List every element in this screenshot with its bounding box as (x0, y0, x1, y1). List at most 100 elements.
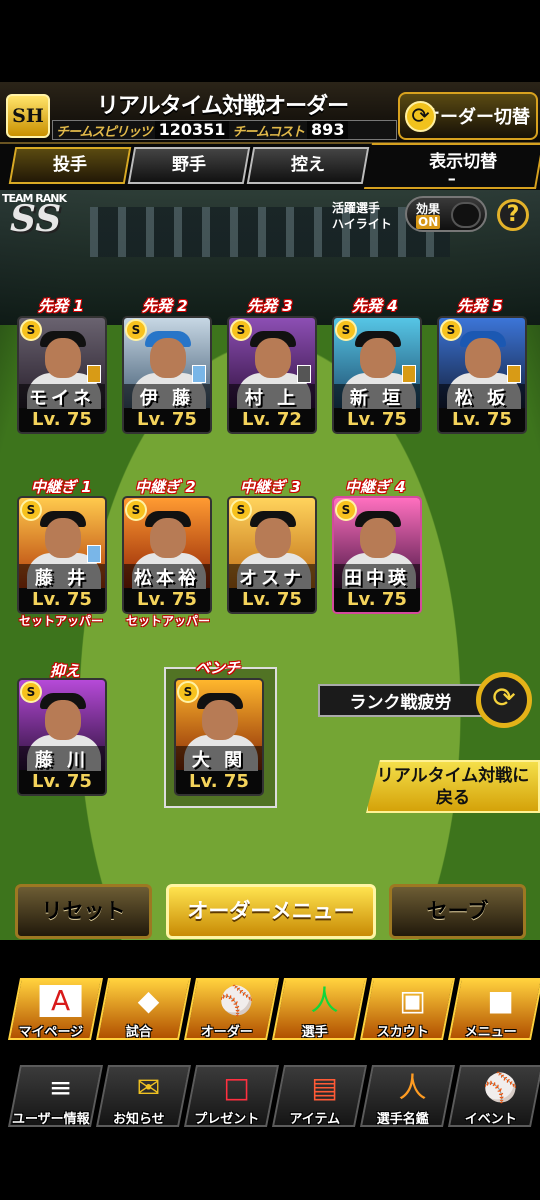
player-card-fujii[interactable]: S 藤 井 Lv. 75 (17, 496, 107, 614)
nav-label: 選手名鑑 (376, 1112, 429, 1127)
stadium-lights (90, 207, 450, 257)
tab-label: 野手 (172, 155, 206, 175)
player-level: Lv. 75 (229, 589, 315, 612)
player-level: Lv. 75 (124, 409, 210, 432)
tab-reserves[interactable]: 控え (246, 147, 370, 184)
s-rank-badge: S (20, 499, 42, 521)
nav-item[interactable]: ▤ アイテム (271, 1065, 368, 1127)
return-line-1: リアルタイム対戦に (376, 766, 530, 786)
s-rank-badge: S (230, 319, 252, 341)
player-level: Lv. 75 (334, 409, 420, 432)
tab-fielders[interactable]: 野手 (127, 147, 251, 184)
player-face (45, 518, 81, 558)
help-icon[interactable]: ? (497, 199, 529, 231)
tab-label: 控え (291, 155, 325, 175)
tab-pitchers[interactable]: 投手 (8, 147, 132, 184)
s-rank-badge: S (20, 319, 42, 341)
player-name: 村 上 (229, 384, 315, 409)
condition-mark (87, 545, 101, 563)
player-name: モイネロ (19, 384, 105, 432)
nav-label: 選手 (301, 1025, 328, 1040)
s-rank-badge: S (335, 499, 357, 521)
player-card-matsuzaka[interactable]: S 松 坂 Lv. 75 (437, 316, 527, 434)
player-level: Lv. 75 (19, 409, 105, 432)
reset-button[interactable]: リセット (15, 884, 152, 939)
a-icon: A (39, 984, 82, 1017)
save-button[interactable]: セーブ (389, 884, 526, 939)
player-card-fujikawa[interactable]: S 藤 川 Lv. 75 (17, 678, 107, 796)
nav-present[interactable]: □ プレゼント (183, 1065, 280, 1127)
nav-mypage[interactable]: A マイページ (7, 978, 104, 1040)
player-card-osuna[interactable]: S オスナ Lv. 75 (227, 496, 317, 614)
return-to-realtime-button[interactable]: リアルタイム対戦に 戻る (366, 760, 540, 813)
effect-state: ON (416, 215, 441, 229)
nav-label: ユーザー情報 (11, 1112, 90, 1127)
display-toggle-value: – (447, 169, 456, 188)
player-card-ozeki[interactable]: S 大 関 Lv. 75 (174, 678, 264, 796)
highlight-label: 活躍選手 ハイライト (332, 200, 392, 232)
order-menu-button[interactable]: オーダーメニュー (166, 884, 376, 939)
nav-order[interactable]: ⚾ オーダー (183, 978, 280, 1040)
nav-user-info[interactable]: ≡ ユーザー情報 (7, 1065, 104, 1127)
order-icon: ⚾ (219, 984, 254, 1017)
player-card-murakami[interactable]: S 村 上 Lv. 72 (227, 316, 317, 434)
nav-label: お知らせ (112, 1112, 165, 1127)
reliever-slot-4: 中継ぎ 4 (345, 478, 406, 496)
highlight-line-1: 活躍選手 (332, 201, 381, 215)
event-icon: ⚾ (483, 1071, 518, 1104)
reliever-slot-1: 中継ぎ 1 (31, 478, 92, 496)
nav-label: マイページ (18, 1025, 84, 1040)
condition-mark (87, 365, 101, 383)
player-face (150, 518, 186, 558)
s-rank-badge: S (125, 499, 147, 521)
s-rank-badge: S (20, 681, 42, 703)
player-level: Lv. 75 (124, 589, 210, 612)
condition-mark (192, 365, 206, 383)
nav-player[interactable]: 人選手 (271, 978, 368, 1040)
player-face (202, 700, 238, 740)
user-info-icon: ≡ (48, 1071, 73, 1104)
player-card-aragaki[interactable]: S 新 垣 Lv. 75 (332, 316, 422, 434)
s-rank-badge: S (440, 319, 462, 341)
player-card-moinero[interactable]: S モイネロLv. 75 (17, 316, 107, 434)
starter-slot-5: 先発 5 (457, 297, 503, 315)
display-toggle-button[interactable]: 表示切替 – (363, 143, 540, 189)
player-level: Lv. 75 (19, 589, 105, 612)
nav-scout[interactable]: ▣ スカウト (359, 978, 456, 1040)
rank-fatigue-button[interactable]: ランク戦疲労 (318, 684, 483, 717)
refresh-icon[interactable]: ⟳ (476, 672, 532, 728)
team-rank-value: SS (10, 198, 62, 240)
reliever-slot-3: 中継ぎ 3 (240, 478, 301, 496)
player-name: 松本裕 (124, 564, 210, 589)
bench-slot: ベンチ (195, 659, 241, 677)
nav-game[interactable]: ◆ 試合 (95, 978, 192, 1040)
nav-label: アイテム (289, 1112, 341, 1127)
menu-box-icon: ■ (487, 984, 514, 1017)
highlight-toggle[interactable]: 効果 ON (405, 196, 487, 232)
nav-player-directory[interactable]: 人選手名鑑 (359, 1065, 456, 1127)
player-face (465, 338, 501, 378)
player-level: Lv. 75 (439, 409, 525, 432)
player-name: 伊 藤 (124, 384, 210, 409)
player-card-ito[interactable]: S 伊 藤 Lv. 75 (122, 316, 212, 434)
player-card-tanaka[interactable]: S 田中瑛 Lv. 75 (332, 496, 422, 614)
player-card-matsumoto[interactable]: S 松本裕 Lv. 75 (122, 496, 212, 614)
player-directory-icon: 人 (398, 1071, 427, 1104)
toggle-knob (451, 202, 481, 228)
player-face (255, 518, 291, 558)
starter-slot-4: 先発 4 (352, 297, 398, 315)
player-face (45, 338, 81, 378)
starter-slot-2: 先発 2 (142, 297, 188, 315)
player-name: 新 垣 (334, 384, 420, 409)
nav-menu[interactable]: ■ メニュー (447, 978, 540, 1040)
player-name: 大 関 (176, 746, 262, 771)
nav-label: スカウト (376, 1025, 429, 1040)
field-icon: ◆ (137, 984, 160, 1017)
order-switch-label: オーダー切替 (422, 107, 530, 128)
nav-news[interactable]: ✉ お知らせ (95, 1065, 192, 1127)
nav-event[interactable]: ⚾ イベント (447, 1065, 540, 1127)
spirits-label: チームスピリッツ (56, 124, 153, 140)
player-face (360, 518, 396, 558)
system-navigation-bar (0, 1140, 540, 1200)
player-icon: 人 (310, 984, 339, 1017)
